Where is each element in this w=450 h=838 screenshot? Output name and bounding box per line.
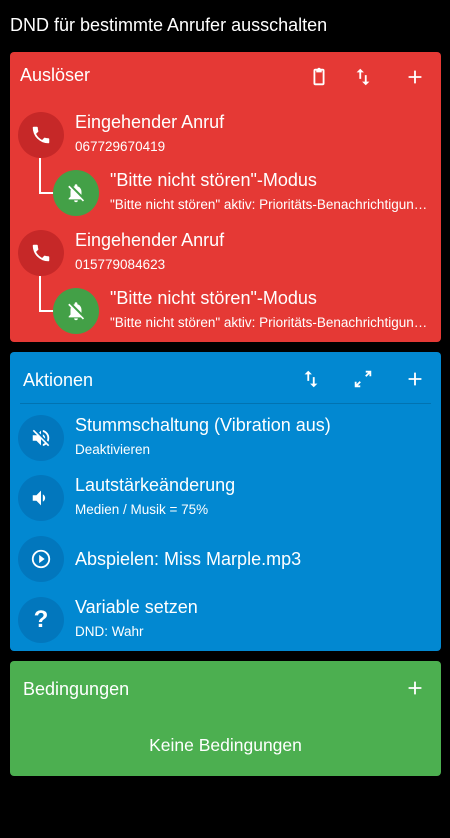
constraint-title: "Bitte nicht stören"-Modus (110, 170, 317, 190)
macro-title: DND für bestimmte Anrufer ausschalten (10, 14, 328, 35)
conditions-header: Bedingungen (10, 661, 441, 711)
no-conditions-text: Keine Bedingungen (149, 735, 302, 755)
action-item[interactable]: Lautstärkeänderung Medien / Musik = 75% (10, 475, 441, 525)
action-title: Abspielen: Miss Marple.mp3 (75, 549, 302, 569)
trigger-subtitle: 015779084623 (75, 257, 166, 272)
sort-icon[interactable] (299, 367, 323, 391)
action-title: Stummschaltung (Vibration aus) (75, 415, 331, 435)
action-item[interactable]: Abspielen: Miss Marple.mp3 (10, 536, 441, 586)
dnd-bell-icon (53, 170, 99, 216)
action-title: Lautstärkeänderung (75, 475, 236, 495)
add-icon[interactable] (403, 65, 427, 89)
action-item[interactable]: ? Variable setzen DND: Wahr (10, 597, 441, 647)
constraint-subtitle: "Bitte nicht stören" aktiv: Prioritäts-B… (110, 197, 428, 212)
action-item[interactable]: Stummschaltung (Vibration aus) Deaktivie… (10, 415, 441, 465)
trigger-item[interactable]: Eingehender Anruf 015779084623 (10, 230, 441, 286)
phone-icon (18, 112, 64, 158)
dnd-bell-icon (53, 288, 99, 334)
question-glyph: ? (33, 606, 49, 633)
volume-icon (18, 475, 64, 521)
action-subtitle: Deaktivieren (75, 442, 151, 457)
action-subtitle: Medien / Musik = 75% (75, 502, 209, 517)
actions-title: Aktionen (23, 370, 94, 390)
triggers-card: Auslöser Eingehender Anruf 067729670419 … (10, 52, 441, 342)
conditions-card: Bedingungen Keine Bedingungen (10, 661, 441, 776)
mute-icon (18, 415, 64, 461)
trigger-constraint-item[interactable]: "Bitte nicht stören"-Modus "Bitte nicht … (10, 170, 441, 226)
play-icon (18, 536, 64, 582)
action-title: Variable setzen (75, 597, 198, 617)
constraint-title: "Bitte nicht stören"-Modus (110, 288, 317, 308)
conditions-title: Bedingungen (23, 679, 130, 699)
app-title-bar: DND für bestimmte Anrufer ausschalten (0, 0, 450, 50)
trigger-item[interactable]: Eingehender Anruf 067729670419 (10, 112, 441, 168)
add-icon[interactable] (403, 367, 427, 391)
add-icon[interactable] (403, 676, 427, 700)
question-icon: ? (18, 597, 64, 643)
actions-header: Aktionen (10, 352, 441, 402)
expand-icon[interactable] (351, 367, 375, 391)
trigger-subtitle: 067729670419 (75, 139, 166, 154)
sort-icon[interactable] (351, 65, 375, 89)
triggers-title: Auslöser (20, 65, 91, 85)
trigger-title: Eingehender Anruf (75, 112, 225, 132)
triggers-header: Auslöser (10, 52, 441, 102)
actions-divider (20, 403, 431, 404)
phone-icon (18, 230, 64, 276)
trigger-constraint-item[interactable]: "Bitte nicht stören"-Modus "Bitte nicht … (10, 288, 441, 342)
clipboard-icon[interactable] (307, 65, 331, 89)
action-subtitle: DND: Wahr (75, 624, 144, 639)
actions-card: Aktionen Stummschaltung (Vibration aus) … (10, 352, 441, 651)
trigger-title: Eingehender Anruf (75, 230, 225, 250)
constraint-subtitle: "Bitte nicht stören" aktiv: Prioritäts-B… (110, 315, 428, 330)
